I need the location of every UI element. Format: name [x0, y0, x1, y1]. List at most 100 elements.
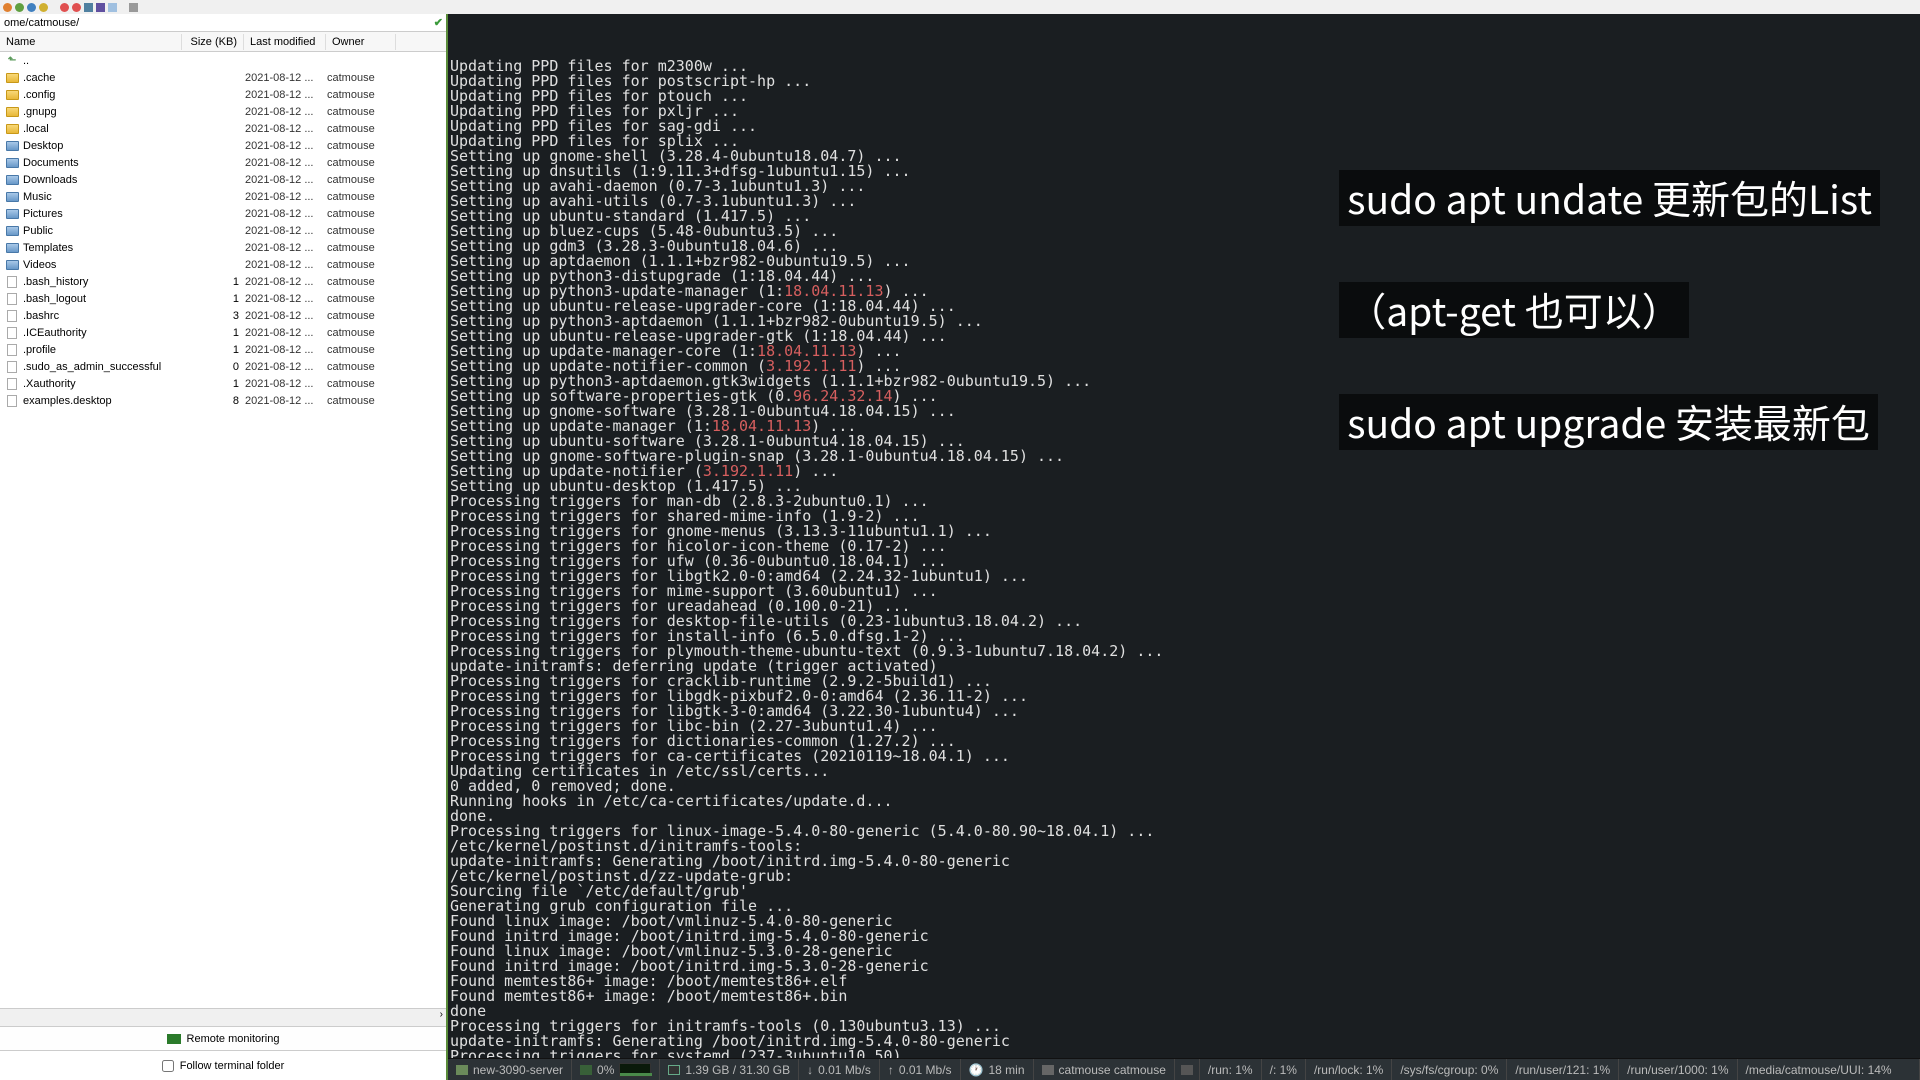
terminal-line: Processing triggers for systemd (237-3ub…	[450, 1049, 1918, 1058]
toolbar-icon[interactable]	[84, 3, 93, 12]
file-owner: catmouse	[327, 208, 397, 220]
file-row[interactable]: Pictures2021-08-12 ...catmouse	[0, 205, 446, 222]
file-name: Desktop	[23, 140, 183, 152]
file-name: .gnupg	[23, 106, 183, 118]
file-icon	[4, 395, 20, 407]
toolbar-icon[interactable]	[27, 3, 36, 12]
file-icon	[4, 276, 20, 288]
remote-monitoring-row[interactable]: Remote monitoring	[0, 1026, 446, 1050]
file-icon	[4, 344, 20, 356]
toolbar-icon[interactable]	[15, 3, 24, 12]
annotation-overlay: sudo apt undate 更新包的List （apt-get 也可以） s…	[1269, 114, 1880, 506]
folder-icon	[4, 242, 20, 254]
file-modified: 2021-08-12 ...	[245, 106, 327, 118]
file-row[interactable]: Downloads2021-08-12 ...catmouse	[0, 171, 446, 188]
file-owner: catmouse	[327, 191, 397, 203]
disk-usage: /run/user/1000: 1%	[1618, 1059, 1736, 1080]
disk-usage: /: 1%	[1261, 1059, 1305, 1080]
file-name: .profile	[23, 344, 183, 356]
file-owner: catmouse	[327, 395, 397, 407]
file-modified: 2021-08-12 ...	[245, 89, 327, 101]
folder-icon	[4, 72, 20, 84]
file-row[interactable]: Videos 2021-08-12 ...catmouse	[0, 256, 446, 273]
file-name: Public	[23, 225, 183, 237]
follow-terminal-checkbox[interactable]	[162, 1060, 174, 1072]
folder-icon	[4, 259, 20, 271]
toolbar-icon[interactable]	[108, 3, 117, 12]
file-owner: catmouse	[327, 242, 397, 254]
toolbar-icon[interactable]	[129, 3, 138, 12]
file-modified: 2021-08-12 ...	[245, 259, 327, 271]
follow-terminal-row[interactable]: Follow terminal folder	[0, 1050, 446, 1080]
file-row[interactable]: Templates2021-08-12 ...catmouse	[0, 239, 446, 256]
file-list[interactable]: ⬑...cache2021-08-12 ...catmouse.config20…	[0, 52, 446, 1008]
file-row[interactable]: .cache2021-08-12 ...catmouse	[0, 69, 446, 86]
file-row[interactable]: .local2021-08-12 ...catmouse	[0, 120, 446, 137]
disk-usage: /media/catmouse/UUI: 14%	[1737, 1059, 1900, 1080]
file-owner: catmouse	[327, 72, 397, 84]
status-bar: new-3090-server 0% 1.39 GB / 31.30 GB ↓0…	[448, 1058, 1920, 1080]
file-name: Videos	[23, 259, 183, 271]
file-modified: 2021-08-12 ...	[245, 327, 327, 339]
file-row[interactable]: Public2021-08-12 ...catmouse	[0, 222, 446, 239]
status-disks: /run: 1%/: 1%/run/lock: 1%/sys/fs/cgroup…	[1175, 1059, 1920, 1080]
file-row[interactable]: .bash_history12021-08-12 ...catmouse	[0, 273, 446, 290]
memory-icon	[668, 1065, 680, 1075]
folder-icon	[4, 225, 20, 237]
file-row[interactable]: .profile12021-08-12 ...catmouse	[0, 341, 446, 358]
check-icon: ✔	[434, 16, 443, 29]
folder-icon	[4, 106, 20, 118]
file-owner: catmouse	[327, 344, 397, 356]
cpu-graph	[619, 1063, 651, 1077]
file-name: .bashrc	[23, 310, 183, 322]
file-row[interactable]: .gnupg2021-08-12 ...catmouse	[0, 103, 446, 120]
col-size[interactable]: Size (KB)	[182, 34, 244, 50]
file-row[interactable]: Desktop2021-08-12 ...catmouse	[0, 137, 446, 154]
col-owner[interactable]: Owner	[326, 34, 396, 50]
file-name: examples.desktop	[23, 395, 183, 407]
col-modified[interactable]: Last modified	[244, 34, 326, 50]
file-row[interactable]: .bash_logout12021-08-12 ...catmouse	[0, 290, 446, 307]
path-bar[interactable]: ome/catmouse/ ✔	[0, 14, 446, 32]
status-user: catmouse catmouse	[1034, 1059, 1175, 1080]
file-row[interactable]: .config2021-08-12 ...catmouse	[0, 86, 446, 103]
file-name: .Xauthority	[23, 378, 183, 390]
annotation-line: sudo apt undate 更新包的List	[1339, 170, 1880, 226]
file-owner: catmouse	[327, 174, 397, 186]
remote-monitoring-label: Remote monitoring	[187, 1033, 280, 1045]
up-dir-icon: ⬑	[4, 55, 20, 67]
col-name[interactable]: Name	[0, 34, 182, 50]
file-modified: 2021-08-12 ...	[245, 123, 327, 135]
file-row-up[interactable]: ⬑..	[0, 52, 446, 69]
terminal-output[interactable]: sudo apt undate 更新包的List （apt-get 也可以） s…	[448, 14, 1920, 1058]
folder-icon	[4, 191, 20, 203]
toolbar-icon[interactable]	[39, 3, 48, 12]
file-owner: catmouse	[327, 361, 397, 373]
annotation-line: （apt-get 也可以）	[1339, 282, 1689, 338]
disk-usage: /run: 1%	[1199, 1059, 1261, 1080]
current-path: ome/catmouse/	[4, 17, 79, 29]
file-columns-header: Name Size (KB) Last modified Owner	[0, 32, 446, 52]
toolbar-icon[interactable]	[3, 3, 12, 12]
file-name: Downloads	[23, 174, 183, 186]
file-row[interactable]: .bashrc32021-08-12 ...catmouse	[0, 307, 446, 324]
file-row[interactable]: Documents2021-08-12 ...catmouse	[0, 154, 446, 171]
file-modified: 2021-08-12 ...	[245, 378, 327, 390]
file-owner: catmouse	[327, 259, 397, 271]
disk-usage: /sys/fs/cgroup: 0%	[1391, 1059, 1506, 1080]
file-row[interactable]: .sudo_as_admin_successful02021-08-12 ...…	[0, 358, 446, 375]
status-cpu: 0%	[572, 1059, 660, 1080]
file-name: .sudo_as_admin_successful	[23, 361, 183, 373]
file-row[interactable]: .Xauthority12021-08-12 ...catmouse	[0, 375, 446, 392]
file-row[interactable]: .ICEauthority12021-08-12 ...catmouse	[0, 324, 446, 341]
file-name: .bash_history	[23, 276, 183, 288]
toolbar-icon[interactable]	[72, 3, 81, 12]
file-row[interactable]: Music2021-08-12 ...catmouse	[0, 188, 446, 205]
file-size: 0	[183, 361, 245, 373]
disk-usage: /run/lock: 1%	[1305, 1059, 1391, 1080]
file-size: 1	[183, 327, 245, 339]
horizontal-scrollbar[interactable]: ›	[0, 1008, 446, 1026]
toolbar-icon[interactable]	[60, 3, 69, 12]
toolbar-icon[interactable]	[96, 3, 105, 12]
file-row[interactable]: examples.desktop82021-08-12 ...catmouse	[0, 392, 446, 409]
